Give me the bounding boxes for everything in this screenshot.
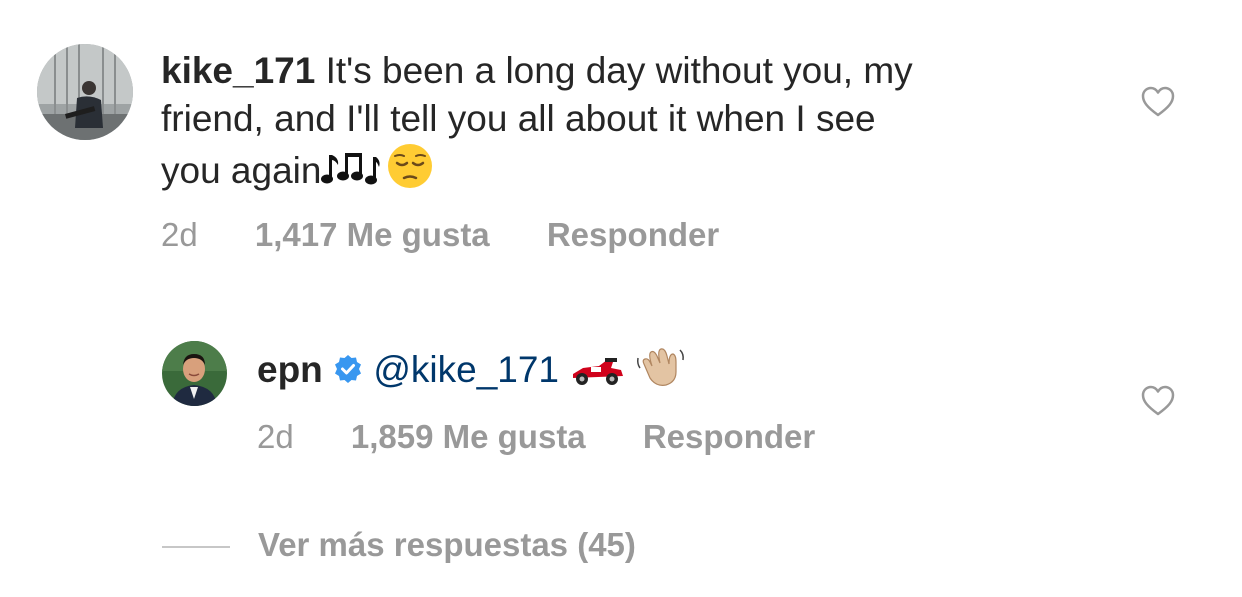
comment-text-line1: It's been a long day without you, my [315,50,913,91]
musical-notes-icon [321,149,381,201]
comment-body: epn @kike_171 [257,344,957,400]
pensive-face-icon [387,143,433,201]
verified-badge-icon [333,348,363,396]
avatar[interactable] [162,341,227,406]
reply-button[interactable]: Responder [547,216,719,253]
view-more-divider [162,546,230,548]
username[interactable]: kike_171 [161,50,315,91]
comment-body: kike_171 It's been a long day without yo… [161,47,1061,201]
mention-link[interactable]: @kike_171 [373,349,559,390]
reply-button[interactable]: Responder [643,418,815,455]
heart-icon[interactable] [1141,385,1175,417]
likes-count[interactable]: 1,417 Me gusta [255,216,490,253]
comment-meta: 2d 1,417 Me gusta Responder [161,216,719,254]
view-more-replies-button[interactable]: Ver más respuestas (45) [258,526,636,564]
waving-hand-icon [636,344,686,400]
timestamp: 2d [257,418,294,455]
comment-meta: 2d 1,859 Me gusta Responder [257,418,815,456]
likes-count[interactable]: 1,859 Me gusta [351,418,586,455]
racing-car-icon [569,352,625,400]
comment-text-line2: friend, and I'll tell you all about it w… [161,98,876,139]
username[interactable]: epn [257,349,323,390]
timestamp: 2d [161,216,198,253]
avatar[interactable] [37,44,133,140]
heart-icon[interactable] [1141,86,1175,118]
comment-text-line3: you again [161,150,322,191]
